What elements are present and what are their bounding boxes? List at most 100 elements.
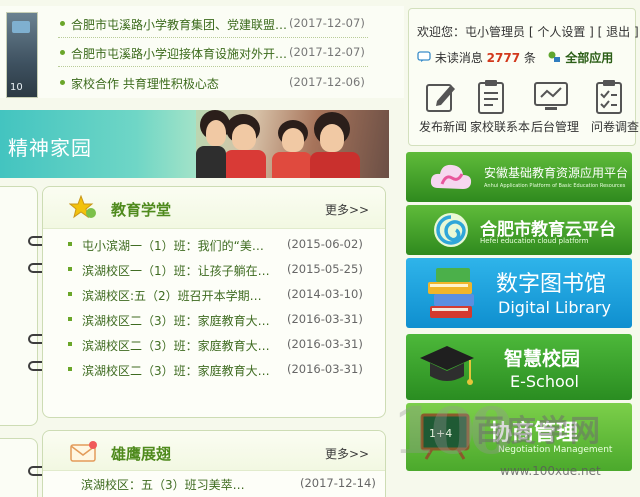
news-title[interactable]: 合肥市屯溪路小学迎接体育设施对外开… <box>71 45 287 62</box>
banner-title: 精神家园 <box>8 136 92 160</box>
star-icon <box>69 195 96 219</box>
spiral-logo-icon <box>434 213 468 247</box>
logout-link[interactable]: [ 退出 ] <box>598 25 639 39</box>
more-link[interactable]: 更多>> <box>325 445 369 462</box>
banner-subtitle: Negotiation Management <box>498 445 613 455</box>
envelope-icon <box>70 441 97 462</box>
svg-text:1+4: 1+4 <box>429 427 452 440</box>
news-item[interactable]: 合肥市屯溪路小学迎接体育设施对外开… (2017-12-07) <box>60 43 400 63</box>
list-item[interactable]: 滨湖校区二（3）班：家庭教育大… (2016-03-31) <box>68 360 368 380</box>
graduation-cap-icon <box>420 346 474 385</box>
welcome-text: 欢迎您：屯小管理员 <box>417 25 526 39</box>
banner-title: 智慧校园 <box>504 348 581 370</box>
message-icon <box>417 51 431 62</box>
blackboard-icon: 1+4 <box>420 413 470 460</box>
banner-subtitle: Hefei education cloud platform <box>480 237 589 245</box>
bullet-icon <box>68 342 72 346</box>
list-item[interactable]: 滨湖校区：五（3）班习美萃… (2017-12-14) <box>81 476 376 493</box>
item-title[interactable]: 屯小滨湖一（1）班：我们的“美… <box>82 237 264 254</box>
bullet-icon <box>60 21 65 26</box>
banner-subtitle: Anhui Application Platform of Basic Educ… <box>484 183 626 189</box>
eagle-panel: 雄鹰展翅 更多>> 滨湖校区：五（3）班习美萃… (2017-12-14) <box>42 430 386 497</box>
news-item[interactable]: 合肥市屯溪路小学教育集团、党建联盟… (2017-12-07) <box>60 14 400 34</box>
unread-label[interactable]: 未读消息 <box>435 51 483 65</box>
item-date: (2016-03-31) <box>287 362 363 376</box>
item-title[interactable]: 滨湖校区二（3）班：家庭教育大… <box>82 362 270 379</box>
hefei-cloud-banner[interactable]: 合肥市教育云平台 Hefei education cloud platform <box>406 205 632 255</box>
education-panel: 教育学堂 更多>> 屯小滨湖一（1）班：我们的“美… (2015-06-02) … <box>42 186 386 418</box>
books-icon <box>428 268 474 318</box>
notebook-edge <box>0 186 38 426</box>
all-apps-link[interactable]: 全部应用 <box>565 51 613 65</box>
panel-title: 教育学堂 <box>111 201 172 219</box>
banner-title: 数字图书馆 <box>496 272 607 297</box>
welcome-line: 欢迎您：屯小管理员 [ 个人设置 ] [ 退出 ] <box>417 23 639 40</box>
item-title[interactable]: 滨湖校区一（1）班：让孩子躺在… <box>82 262 270 279</box>
banner-subtitle: E-School <box>510 372 579 391</box>
news-thumbnail[interactable]: 10 <box>6 12 38 98</box>
more-link[interactable]: 更多>> <box>325 201 369 218</box>
edit-news-icon[interactable] <box>421 79 461 115</box>
bullet-icon <box>60 80 65 85</box>
item-title[interactable]: 滨湖校区二（3）班：家庭教育大… <box>82 337 270 354</box>
divider <box>58 37 368 38</box>
banner-title: 安徽基础教育资源应用平台 <box>484 166 629 180</box>
list-item[interactable]: 屯小滨湖一（1）班：我们的“美… (2015-06-02) <box>68 235 368 255</box>
monitor-icon[interactable] <box>531 79 571 115</box>
list-item[interactable]: 滨湖校区二（3）班：家庭教育大… (2016-03-31) <box>68 335 368 355</box>
anhui-platform-banner[interactable]: 安徽基础教育资源应用平台 Anhui Application Platform … <box>406 152 632 202</box>
message-line: 未读消息 2777 条 全部应用 <box>417 49 613 66</box>
item-date: (2015-06-02) <box>287 237 363 251</box>
panel-header: 教育学堂 更多>> <box>43 187 385 229</box>
panel-title: 雄鹰展翅 <box>111 445 172 463</box>
unread-count[interactable]: 2777 <box>487 51 520 65</box>
page: 10 合肥市屯溪路小学教育集团、党建联盟… (2017-12-07) 合肥市屯溪… <box>0 0 640 497</box>
news-date: (2017-12-07) <box>289 16 365 30</box>
user-panel: 欢迎您：屯小管理员 [ 个人设置 ] [ 退出 ] 未读消息 2777 条 全部… <box>408 8 639 146</box>
item-date: (2017-12-14) <box>300 476 376 490</box>
news-date: (2017-12-07) <box>289 45 365 59</box>
negotiation-management-banner[interactable]: 1+4 协商管理 Negotiation Management <box>406 403 632 471</box>
digital-library-banner[interactable]: 数字图书馆 Digital Library <box>406 258 632 328</box>
survey-icon[interactable] <box>589 79 629 115</box>
quick-link-label[interactable]: 后台管理 <box>531 118 579 135</box>
children-photo <box>196 110 389 178</box>
item-title[interactable]: 滨湖校区:五（2）班召开本学期… <box>82 287 262 304</box>
thumbnail-index: 10 <box>10 82 23 93</box>
unread-unit: 条 <box>523 51 536 65</box>
item-date: (2016-03-31) <box>287 312 363 326</box>
list-item[interactable]: 滨湖校区二（3）班：家庭教育大… (2016-03-31) <box>68 310 368 330</box>
news-title[interactable]: 合肥市屯溪路小学教育集团、党建联盟… <box>71 16 287 33</box>
bullet-icon <box>60 50 65 55</box>
news-date: (2017-12-06) <box>289 75 365 89</box>
quick-link-label[interactable]: 问卷调查 <box>591 118 639 135</box>
apps-icon <box>548 51 561 62</box>
settings-link[interactable]: [ 个人设置 ] <box>529 25 594 39</box>
news-item[interactable]: 家校合作 共育理性积极心态 (2017-12-06) <box>60 73 400 93</box>
quick-link-label[interactable]: 发布新闻 <box>419 118 467 135</box>
list-item[interactable]: 滨湖校区:五（2）班召开本学期… (2014-03-10) <box>68 285 368 305</box>
thumbnail-image <box>12 21 30 33</box>
bullet-icon <box>68 367 72 371</box>
quick-link-label[interactable]: 家校联系本 <box>470 118 530 135</box>
item-date: (2016-03-31) <box>287 337 363 351</box>
spirit-home-banner[interactable]: 精神家园 <box>0 110 389 178</box>
item-date: (2015-05-25) <box>287 262 363 276</box>
banner-title: 协商管理 <box>490 421 579 446</box>
cloud-logo-icon <box>430 164 472 189</box>
bullet-icon <box>68 292 72 296</box>
banner-subtitle: Digital Library <box>498 298 611 317</box>
e-school-banner[interactable]: 智慧校园 E-School <box>406 334 632 400</box>
list-item[interactable]: 滨湖校区一（1）班：让孩子躺在… (2015-05-25) <box>68 260 368 280</box>
divider <box>58 66 368 67</box>
item-date: (2014-03-10) <box>287 287 363 301</box>
news-title[interactable]: 家校合作 共育理性积极心态 <box>71 75 219 92</box>
bullet-icon <box>68 267 72 271</box>
item-title[interactable]: 滨湖校区：五（3）班习美萃… <box>81 478 245 492</box>
bullet-icon <box>68 242 72 246</box>
bullet-icon <box>68 317 72 321</box>
panel-header: 雄鹰展翅 更多>> <box>43 431 385 471</box>
top-news-panel: 10 合肥市屯溪路小学教育集团、党建联盟… (2017-12-07) 合肥市屯溪… <box>0 6 404 98</box>
contact-book-icon[interactable] <box>471 79 511 115</box>
item-title[interactable]: 滨湖校区二（3）班：家庭教育大… <box>82 312 270 329</box>
